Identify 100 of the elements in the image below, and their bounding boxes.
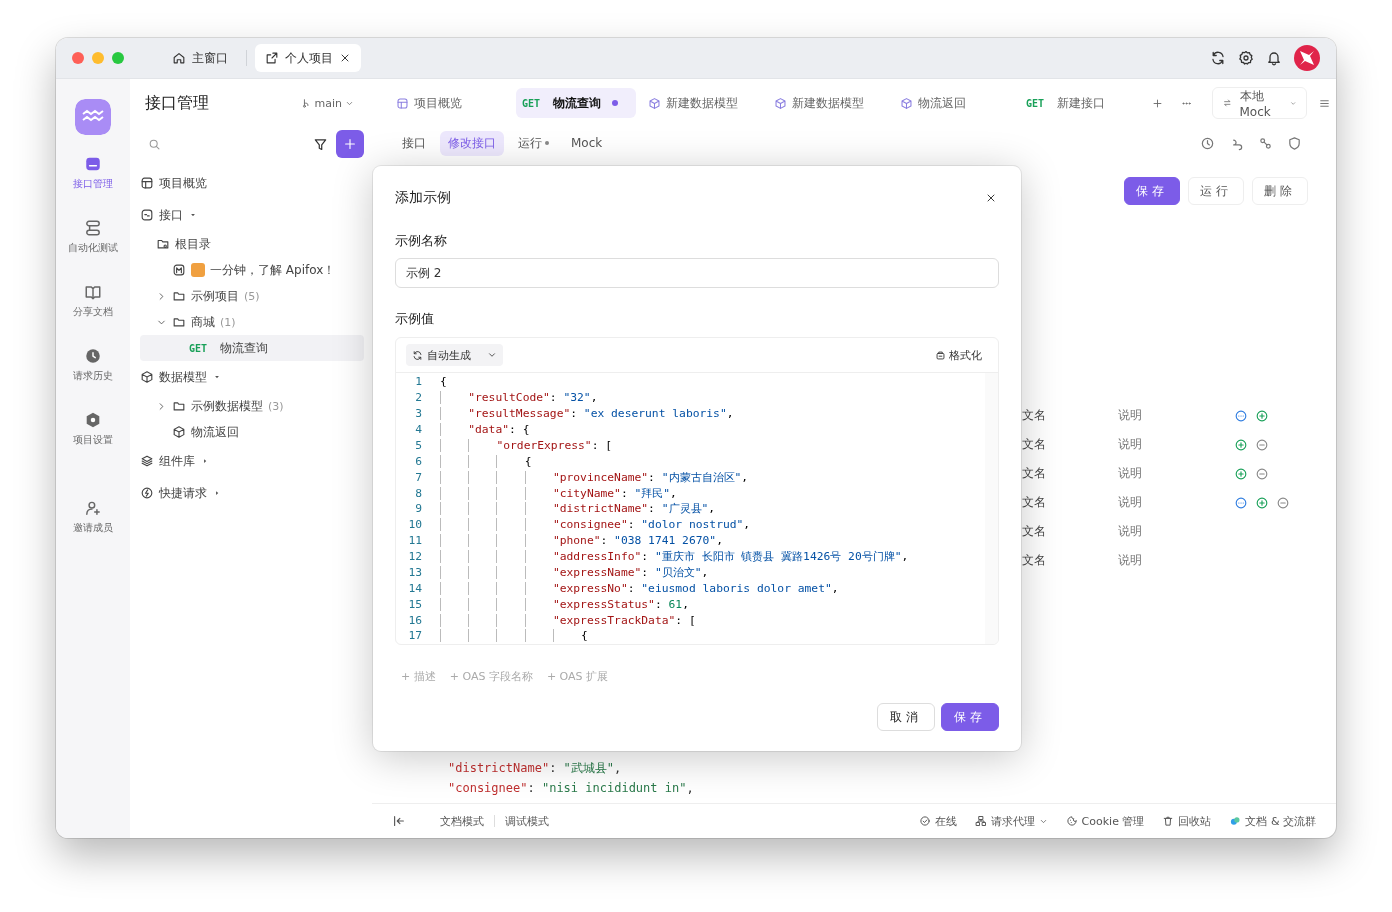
status-item[interactable]: 文档 & 交流群 <box>1229 813 1316 829</box>
nav-item[interactable]: 邀请成员 <box>69 497 117 537</box>
filter-icon[interactable] <box>313 136 328 152</box>
search-icon <box>148 137 161 151</box>
window-tab[interactable]: 个人项目 <box>255 44 361 72</box>
shield-icon[interactable] <box>1287 135 1302 151</box>
status-item[interactable]: 请求代理 <box>974 813 1048 829</box>
editor-tab[interactable]: 新建数据模型 <box>642 88 762 118</box>
book-icon <box>84 283 102 301</box>
lightning-icon <box>140 486 154 500</box>
close-icon <box>985 192 997 204</box>
editor-tab[interactable]: 物流返回 <box>894 88 1014 118</box>
table-cell-text: 文名 <box>1022 436 1047 453</box>
branch-selector[interactable]: main <box>300 96 354 110</box>
nav-item[interactable]: 请求历史 <box>69 345 117 385</box>
api-icon <box>84 155 102 173</box>
editor-tab[interactable]: GET 新建接口 <box>1020 88 1140 118</box>
table-cell-text: 文名 <box>1022 523 1047 540</box>
sub-tab[interactable]: Mock <box>563 132 611 154</box>
trash-icon <box>1162 815 1175 827</box>
action-button[interactable]: 保存 <box>1124 177 1180 205</box>
link-icon[interactable] <box>1258 135 1273 151</box>
field-label: 示例值 <box>395 310 435 328</box>
nav-item[interactable]: 接口管理 <box>69 153 117 193</box>
close-window-button[interactable] <box>72 52 84 64</box>
mode-link[interactable]: 调试模式 <box>505 813 549 829</box>
code-line: "expressStatus": 61, <box>440 597 689 611</box>
tree-item[interactable]: 示例项目 (5) <box>140 283 364 309</box>
editor-tab[interactable]: 项目概览 <box>390 88 510 118</box>
tree-item[interactable]: 根目录 <box>140 231 364 257</box>
status-item[interactable]: Cookie 管理 <box>1065 813 1145 829</box>
cancel-button[interactable]: 取消 <box>877 703 935 731</box>
tree-item[interactable]: 一分钟，了解 Apifox！ <box>140 257 364 283</box>
table-cell-text: 说明 <box>1118 407 1143 424</box>
cube-icon <box>172 425 186 439</box>
line-number: 16 <box>407 613 422 627</box>
cube-icon <box>140 370 154 384</box>
tree-item[interactable]: 项目概览 <box>140 167 364 199</box>
collapse-icon[interactable] <box>392 814 406 828</box>
mode-link[interactable]: 文档模式 <box>440 813 484 829</box>
api-icon <box>140 208 154 222</box>
tree-item[interactable]: 数据模型 <box>140 361 364 393</box>
app-logo[interactable] <box>75 99 111 135</box>
remove-icon[interactable] <box>1276 495 1290 510</box>
action-button[interactable]: 运行 <box>1188 177 1244 205</box>
line-number: 13 <box>407 565 422 579</box>
home-icon <box>172 51 186 65</box>
settings-icon[interactable] <box>1238 50 1254 66</box>
tree-label: 组件库 <box>159 452 195 470</box>
tree-item[interactable]: 物流返回 <box>140 419 364 445</box>
sub-tab[interactable]: 接口 <box>394 130 434 156</box>
add-icon[interactable] <box>1255 408 1269 423</box>
add-button[interactable] <box>336 130 364 158</box>
tree-item[interactable]: 快捷请求 <box>140 477 364 509</box>
bell-icon[interactable] <box>1266 50 1282 66</box>
code-line: "resultMessage": "ex deserunt laboris", <box>440 407 734 421</box>
tree-item[interactable]: 组件库 <box>140 445 364 477</box>
code-editor[interactable] <box>395 337 999 645</box>
line-number: 14 <box>407 581 422 595</box>
line-number: 12 <box>407 550 422 564</box>
status-item[interactable]: 在线 <box>918 813 957 829</box>
nav-item[interactable]: 项目设置 <box>69 409 117 449</box>
remove-icon[interactable] <box>1255 437 1269 452</box>
action-button[interactable]: 删除 <box>1252 177 1308 205</box>
add-icon[interactable] <box>1234 437 1248 452</box>
more-icon[interactable] <box>1234 408 1248 423</box>
cube-icon <box>900 96 913 110</box>
tree-item[interactable]: 接口 <box>140 199 364 231</box>
table-cell-text: 说明 <box>1118 465 1143 482</box>
line-number: 5 <box>414 438 422 452</box>
add-icon[interactable] <box>1234 466 1248 481</box>
nav-item[interactable]: 分享文档 <box>69 281 117 321</box>
sub-tab[interactable]: 运行 <box>510 130 557 156</box>
editor-tab[interactable]: GET 物流查询 <box>516 88 636 118</box>
tree-item[interactable]: GET 物流查询 <box>140 335 364 361</box>
refresh-icon[interactable] <box>1210 50 1226 66</box>
add-icon[interactable] <box>1255 495 1269 510</box>
environment-selector[interactable]: 本地 Mock <box>1211 87 1308 119</box>
auto-generate-button[interactable]: 自动生成 <box>406 344 503 366</box>
avatar-icon[interactable] <box>1294 45 1320 71</box>
close-icon[interactable] <box>339 52 351 64</box>
save-button[interactable]: 保存 <box>941 703 999 731</box>
tree-item[interactable]: 示例数据模型 (3) <box>140 393 364 419</box>
refresh-icon <box>412 349 423 361</box>
line-number: 10 <box>407 518 422 532</box>
chevron-icon <box>487 350 497 360</box>
more-icon[interactable] <box>1234 495 1248 510</box>
nav-item[interactable]: 自动化测试 <box>64 217 122 257</box>
format-button[interactable]: 格式化 <box>929 346 988 364</box>
example-name-field[interactable]: 示例 2 <box>395 258 999 288</box>
tree-item[interactable]: 商城 (1) <box>140 309 364 335</box>
history-icon[interactable] <box>1200 135 1215 151</box>
status-item[interactable]: 回收站 <box>1162 813 1212 829</box>
zoom-window-button[interactable] <box>112 52 124 64</box>
sub-tab[interactable]: 修改接口 <box>440 130 504 156</box>
remove-icon[interactable] <box>1255 466 1269 481</box>
editor-tab[interactable]: 新建数据模型 <box>768 88 888 118</box>
folder-icon <box>156 237 170 251</box>
code-line: { <box>440 375 447 389</box>
window-tab[interactable]: 主窗口 <box>162 44 238 72</box>
